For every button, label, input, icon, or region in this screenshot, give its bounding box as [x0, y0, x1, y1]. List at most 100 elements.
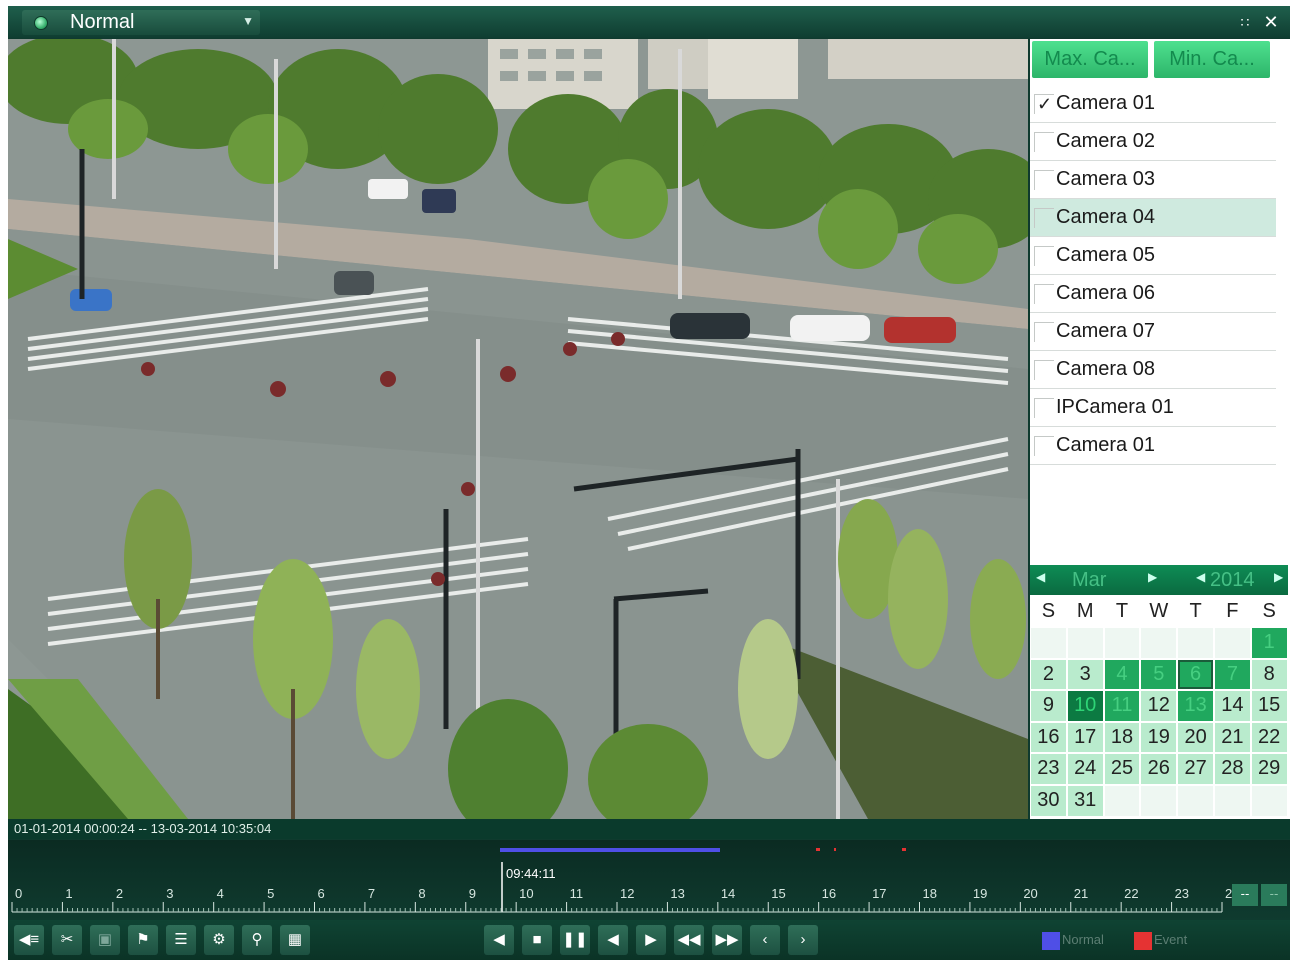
- tag-icon[interactable]: ⚑: [128, 925, 158, 955]
- next-icon[interactable]: ›: [788, 925, 818, 955]
- checkbox-icon[interactable]: [1034, 359, 1054, 380]
- playback-window: Normal ▼ ∷ ✕ Max. Ca... Min. Ca... ✓ Cam…: [8, 6, 1290, 960]
- checkbox-checked-icon[interactable]: ✓: [1034, 93, 1054, 114]
- calendar-day[interactable]: 15: [1251, 691, 1287, 721]
- calendar-day[interactable]: 9: [1031, 691, 1066, 721]
- calendar-day[interactable]: 29: [1251, 754, 1287, 784]
- calendar-day[interactable]: 18: [1104, 722, 1140, 753]
- calendar-day[interactable]: 12: [1141, 691, 1177, 721]
- calendar-day[interactable]: 13: [1178, 691, 1213, 721]
- tag-list-icon[interactable]: ☰: [166, 925, 196, 955]
- next-month-icon[interactable]: ▶: [1148, 570, 1157, 584]
- pause-icon[interactable]: ❚❚: [560, 925, 590, 955]
- fast-forward-icon[interactable]: ▶▶: [712, 925, 742, 955]
- checkbox-icon[interactable]: [1034, 435, 1054, 456]
- step-forward-icon[interactable]: ▶: [636, 925, 666, 955]
- calendar-day[interactable]: 6: [1178, 659, 1213, 690]
- calendar-day[interactable]: 30: [1031, 785, 1066, 816]
- reverse-play-icon[interactable]: ◀: [484, 925, 514, 955]
- legend-normal-swatch: [1042, 932, 1060, 950]
- camera-item[interactable]: Camera 03: [1030, 161, 1276, 199]
- zoom-icon[interactable]: ⚲: [242, 925, 272, 955]
- audio-icon[interactable]: ◀≡: [14, 925, 44, 955]
- camera-item[interactable]: Camera 01: [1030, 427, 1276, 465]
- calendar-day[interactable]: 7: [1214, 659, 1250, 690]
- legend-event-swatch: [1134, 932, 1152, 950]
- weekday-label: T: [1189, 600, 1202, 622]
- timeline-scale[interactable]: 09:44:11 0 1 2 3 4 5 6 7 8 9 10 11 12 13 14 15 16 17 18 19 2…: [8, 840, 1290, 920]
- camera-item[interactable]: IPCamera 01: [1030, 389, 1276, 427]
- prev-year-icon[interactable]: ◀: [1196, 570, 1205, 584]
- clip-icon[interactable]: ✂: [52, 925, 82, 955]
- fullscreen-icon[interactable]: ∷: [1234, 11, 1256, 33]
- weekday-label: T: [1115, 600, 1129, 622]
- camera-item[interactable]: Camera 05: [1030, 237, 1276, 275]
- checkbox-icon[interactable]: [1034, 397, 1054, 418]
- playback-toolbar: ◀≡ ✂ ▣ ⚑ ☰ ⚙ ⚲ ▦ ◀ ■ ❚❚ ◀ ▶ ◀◀ ▶▶ ‹ › No…: [8, 920, 1290, 960]
- checkbox-icon[interactable]: [1034, 321, 1054, 342]
- calendar-day[interactable]: 17: [1067, 722, 1103, 753]
- calendar-day[interactable]: 5: [1141, 659, 1177, 690]
- calendar-day[interactable]: 14: [1214, 691, 1250, 721]
- prev-month-icon[interactable]: ◀: [1036, 570, 1045, 584]
- zoom-out-button[interactable]: --: [1261, 884, 1287, 906]
- next-year-icon[interactable]: ▶: [1274, 570, 1283, 584]
- hour-tick-label: 0: [15, 886, 22, 901]
- snapshot-icon[interactable]: ▦: [280, 925, 310, 955]
- save-icon[interactable]: ▣: [90, 925, 120, 955]
- calendar-day[interactable]: 10: [1067, 691, 1103, 721]
- calendar-day[interactable]: 20: [1178, 722, 1213, 753]
- date-range: 01-01-2014 00:00:24 -- 13-03-2014 10:35:…: [14, 821, 272, 836]
- calendar-day[interactable]: 26: [1141, 754, 1177, 784]
- calendar-day[interactable]: 28: [1214, 754, 1250, 784]
- calendar-day[interactable]: 11: [1104, 691, 1140, 721]
- zoom-in-button[interactable]: --: [1232, 884, 1258, 906]
- calendar-day[interactable]: 25: [1104, 754, 1140, 784]
- checkbox-icon[interactable]: [1034, 207, 1054, 228]
- calendar-day[interactable]: 31: [1067, 785, 1103, 816]
- calendar-day[interactable]: 2: [1031, 659, 1066, 690]
- calendar-day[interactable]: 8: [1251, 659, 1287, 690]
- checkbox-icon[interactable]: [1034, 283, 1054, 304]
- stop-icon[interactable]: ■: [522, 925, 552, 955]
- video-frame[interactable]: [8, 39, 1028, 819]
- calendar-day[interactable]: 16: [1031, 722, 1066, 753]
- calendar-day[interactable]: 3: [1067, 659, 1103, 690]
- hour-tick-label: 1: [65, 886, 72, 901]
- hour-tick-label: 20: [1023, 886, 1037, 901]
- rewind-icon[interactable]: ◀◀: [674, 925, 704, 955]
- camera-item[interactable]: ✓ Camera 01: [1030, 85, 1276, 123]
- calendar-day[interactable]: 4: [1104, 659, 1140, 690]
- timeline[interactable]: 09:44:11 0 1 2 3 4 5 6 7 8 9 10 11 12 13 14 15 16 17 18 19 2…: [8, 840, 1290, 920]
- calendar-day[interactable]: 22: [1251, 722, 1287, 753]
- tab-min-camera[interactable]: Min. Ca...: [1154, 41, 1270, 78]
- mode-select[interactable]: Normal ▼: [22, 10, 260, 35]
- settings-icon[interactable]: ⚙: [204, 925, 234, 955]
- calendar-day[interactable]: 19: [1141, 722, 1177, 753]
- calendar-month: Mar: [1072, 569, 1107, 591]
- checkbox-icon[interactable]: [1034, 131, 1054, 152]
- calendar-day[interactable]: 1: [1251, 628, 1287, 658]
- camera-name: Camera 08: [1056, 358, 1155, 380]
- calendar-day: [1178, 785, 1213, 816]
- camera-name: Camera 02: [1056, 130, 1155, 152]
- camera-item[interactable]: Camera 07: [1030, 313, 1276, 351]
- tab-max-camera[interactable]: Max. Ca...: [1032, 41, 1148, 78]
- camera-item[interactable]: Camera 08: [1030, 351, 1276, 389]
- camera-item[interactable]: Camera 06: [1030, 275, 1276, 313]
- calendar-day[interactable]: 27: [1178, 754, 1213, 784]
- checkbox-icon[interactable]: [1034, 169, 1054, 190]
- calendar-day[interactable]: 24: [1067, 754, 1103, 784]
- calendar-day[interactable]: 21: [1214, 722, 1250, 753]
- hour-tick-label: 3: [166, 886, 173, 901]
- camera-item[interactable]: Camera 02: [1030, 123, 1276, 161]
- camera-item[interactable]: Camera 04: [1030, 199, 1276, 237]
- calendar-day[interactable]: 23: [1031, 754, 1066, 784]
- checkbox-icon[interactable]: [1034, 245, 1054, 266]
- chevron-down-icon: ▼: [242, 14, 254, 28]
- close-icon[interactable]: ✕: [1260, 11, 1282, 33]
- recording-event-mark: [902, 848, 906, 851]
- prev-icon[interactable]: ‹: [750, 925, 780, 955]
- step-back-icon[interactable]: ◀: [598, 925, 628, 955]
- camera-name: IPCamera 01: [1056, 396, 1174, 418]
